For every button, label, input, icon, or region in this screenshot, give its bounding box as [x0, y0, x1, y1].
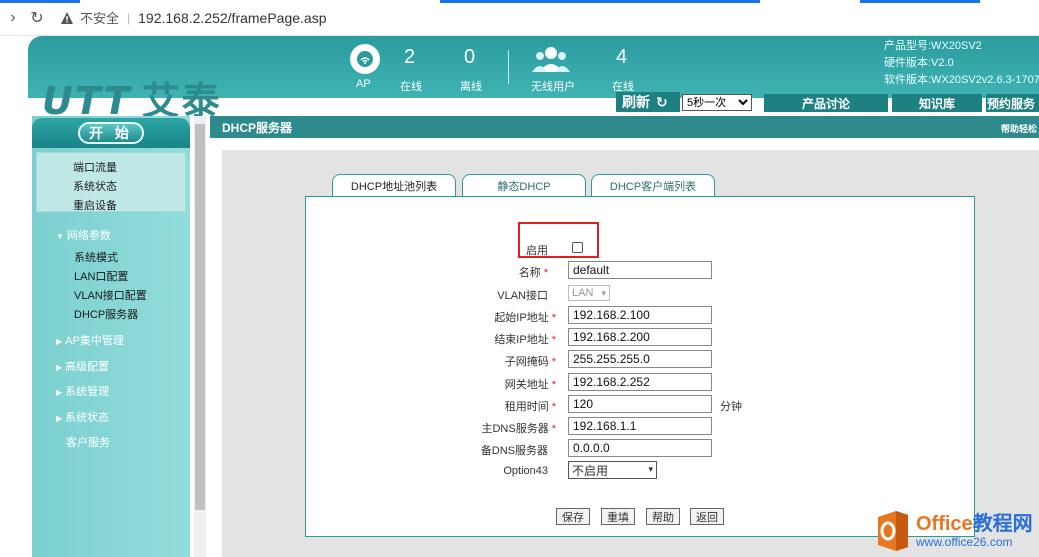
- page-title-bar: DHCP服务器 帮助轻松: [210, 116, 1039, 138]
- refresh-button[interactable]: 刷新 ↻: [616, 92, 680, 112]
- watermark-title: Office教程网: [916, 513, 1033, 535]
- option43-label: Option43: [503, 465, 548, 477]
- tab-indicator: [860, 0, 980, 3]
- stat-ap-label: AP: [356, 78, 371, 90]
- reload-icon[interactable]: ↻: [26, 7, 48, 29]
- end-ip-input[interactable]: [568, 328, 712, 346]
- quick-system-status[interactable]: 系统状态: [73, 178, 117, 194]
- watermark-url: www.office26.com: [916, 535, 1013, 549]
- primary-dns-input[interactable]: [568, 417, 712, 435]
- hardware-version: 硬件版本:V2.0: [884, 57, 954, 69]
- wifi-ap-icon: [350, 44, 380, 74]
- subnet-mask-input[interactable]: [568, 350, 712, 368]
- tab-indicator: [440, 0, 760, 3]
- vlan-select[interactable]: LAN ▾: [568, 285, 610, 301]
- app-header: UTT 艾泰 AP 2 在线 0 离线 无线用户 4 在线 产品型号:WX20SV…: [28, 36, 1039, 116]
- start-bar: 开 始: [32, 118, 190, 148]
- chevron-down-icon: ▾: [601, 288, 606, 298]
- lease-time-input[interactable]: [568, 395, 712, 413]
- caret-right-icon: ▶: [56, 337, 63, 346]
- users-icon: [532, 47, 570, 72]
- url-text[interactable]: 192.168.2.252/framePage.asp: [138, 10, 326, 26]
- browser-address-bar: › ↻ 不安全 | 192.168.2.252/framePage.asp: [0, 0, 1039, 36]
- name-input[interactable]: [568, 261, 712, 279]
- stat-wireless-users-label: 无线用户: [531, 81, 575, 93]
- refresh-interval-select[interactable]: 5秒一次: [682, 94, 752, 111]
- gateway-label: 网关地址 *: [504, 379, 556, 391]
- tab-static-dhcp[interactable]: 静态DHCP: [462, 174, 586, 196]
- stat-online-label: 在线: [400, 81, 422, 93]
- stat-users-online-count: 4: [616, 46, 628, 68]
- help-button[interactable]: 帮助: [646, 508, 680, 525]
- stat-online-count: 2: [404, 46, 416, 68]
- quick-port-traffic[interactable]: 端口流量: [73, 159, 117, 175]
- sidebar-item-lan-config[interactable]: LAN口配置: [74, 268, 128, 284]
- stat-offline-label: 离线: [460, 81, 482, 93]
- sidebar-item-dhcp-server[interactable]: DHCP服务器: [74, 306, 138, 322]
- start-ip-label: 起始IP地址 *: [494, 312, 556, 324]
- scrollbar-thumb[interactable]: [195, 124, 205, 510]
- forward-icon[interactable]: ›: [2, 7, 24, 29]
- subnet-mask-label: 子网掩码 *: [504, 356, 556, 368]
- office-logo-icon: [878, 511, 908, 551]
- divider: |: [127, 10, 131, 25]
- reset-button[interactable]: 重填: [601, 508, 635, 525]
- stat-offline-count: 0: [464, 46, 476, 68]
- caret-right-icon: ▶: [56, 363, 63, 372]
- warning-icon: [61, 11, 73, 24]
- nav-product-discussion[interactable]: 产品讨论: [764, 94, 888, 112]
- utt-logo-icon: UTT: [42, 79, 132, 116]
- sidebar: 开 始 端口流量 系统状态 重启设备 ▼ 网络参数 系统模式 LAN口配置 VLA…: [32, 116, 190, 557]
- secondary-dns-input[interactable]: [568, 439, 712, 457]
- page-title: DHCP服务器: [222, 120, 293, 135]
- watermark: Office教程网 www.office26.com: [872, 505, 1039, 557]
- help-link[interactable]: 帮助轻松: [1001, 122, 1037, 135]
- vlan-label: VLAN接口: [497, 290, 548, 302]
- end-ip-label: 结束IP地址 *: [494, 334, 556, 346]
- enable-checkbox[interactable]: [572, 242, 583, 253]
- sidebar-section-system-management[interactable]: ▶ 系统管理: [56, 383, 109, 399]
- sidebar-section-advanced[interactable]: ▶ 高级配置: [56, 358, 109, 374]
- gateway-input[interactable]: [568, 373, 712, 391]
- back-button[interactable]: 返回: [690, 508, 724, 525]
- nav-booking-service[interactable]: 预约服务: [986, 94, 1039, 112]
- nav-knowledge-base[interactable]: 知识库: [892, 94, 982, 112]
- tab-indicator: [0, 0, 80, 3]
- lease-time-label: 租用时间 *: [504, 401, 556, 413]
- sidebar-scrollbar[interactable]: [194, 116, 206, 557]
- lease-unit: 分钟: [720, 401, 742, 413]
- start-button[interactable]: 开 始: [78, 122, 144, 144]
- save-button[interactable]: 保存: [556, 508, 590, 525]
- start-ip-input[interactable]: [568, 306, 712, 324]
- name-label: 名称 *: [518, 267, 548, 279]
- secondary-dns-label: 备DNS服务器: [480, 445, 548, 457]
- product-info: 产品型号:WX20SV2 硬件版本:V2.0 软件版本:WX20SV2v2.6.…: [884, 38, 1039, 89]
- quick-reboot-device[interactable]: 重启设备: [73, 197, 117, 213]
- caret-right-icon: ▶: [56, 388, 63, 397]
- software-version: 软件版本:WX20SV2v2.6.3-17072: [884, 74, 1039, 86]
- caret-down-icon: ▼: [56, 232, 64, 241]
- sidebar-customer-service[interactable]: 客户服务: [66, 434, 110, 450]
- tab-dhcp-pool-list[interactable]: DHCP地址池列表: [332, 174, 456, 197]
- refresh-icon: ↻: [656, 93, 668, 110]
- product-model: 产品型号:WX20SV2: [884, 40, 982, 52]
- primary-dns-label: 主DNS服务器 *: [481, 423, 556, 435]
- chevron-down-icon: ▾: [648, 464, 653, 474]
- divider: [508, 50, 509, 84]
- security-indicator[interactable]: 不安全: [60, 8, 119, 27]
- brand-logo: UTT 艾泰: [42, 70, 222, 116]
- enable-label: 启用: [526, 245, 548, 257]
- sidebar-section-network[interactable]: ▼ 网络参数: [56, 227, 111, 243]
- insecure-label: 不安全: [80, 11, 120, 26]
- sidebar-item-vlan-config[interactable]: VLAN接口配置: [74, 287, 147, 303]
- tab-dhcp-client-list[interactable]: DHCP客户端列表: [591, 174, 715, 196]
- quick-links: 端口流量 系统状态 重启设备: [36, 152, 186, 212]
- caret-right-icon: ▶: [56, 414, 63, 423]
- sidebar-item-system-mode[interactable]: 系统模式: [74, 249, 118, 265]
- sidebar-section-ap-management[interactable]: ▶ AP集中管理: [56, 332, 124, 348]
- option43-select[interactable]: 不启用 ▾: [568, 461, 657, 479]
- sidebar-section-system-status[interactable]: ▶ 系统状态: [56, 409, 109, 425]
